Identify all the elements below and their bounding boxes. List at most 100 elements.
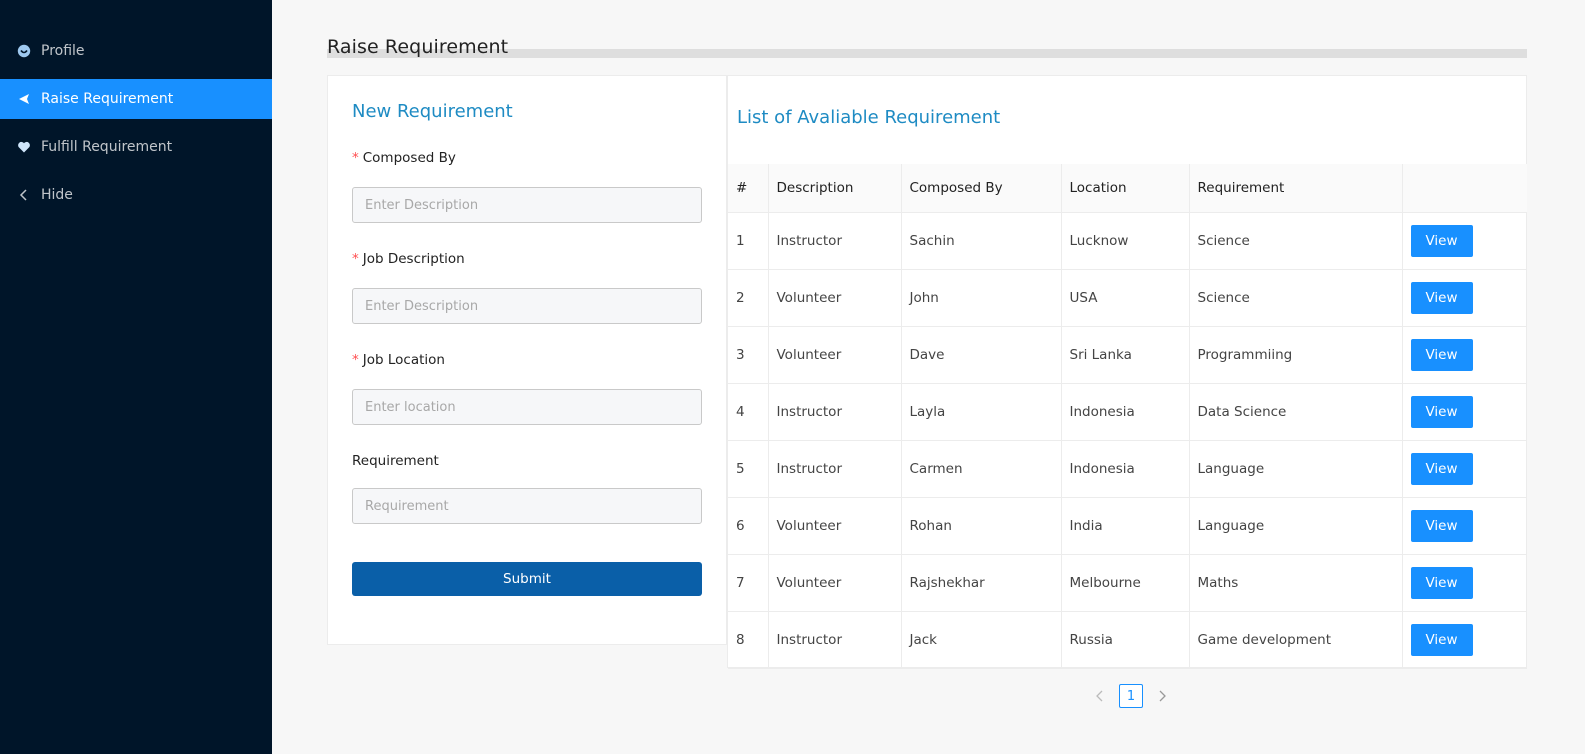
view-button[interactable]: View — [1410, 338, 1473, 371]
view-button[interactable]: View — [1410, 224, 1473, 257]
cell-action: View — [1402, 440, 1527, 498]
sidebar-item-hide[interactable]: Hide — [0, 175, 272, 215]
cell-action: View — [1402, 554, 1527, 612]
view-button[interactable]: View — [1410, 566, 1473, 599]
cell-composed-by: John — [901, 269, 1062, 327]
table-row: 3 Volunteer Dave Sri Lanka Programmiing … — [728, 326, 1527, 384]
required-mark: * — [352, 150, 359, 166]
job-location-label-text: Job Location — [362, 352, 445, 368]
cell-description: Volunteer — [768, 269, 902, 327]
requirements-table-card: List of Avaliable Requirement # Descript… — [727, 75, 1527, 669]
form-title: New Requirement — [352, 101, 513, 122]
cell-composed-by: Rajshekhar — [901, 554, 1062, 612]
required-mark: * — [352, 251, 359, 267]
sidebar-item-profile[interactable]: Profile — [0, 31, 272, 71]
cell-description: Instructor — [768, 383, 902, 441]
cell-action: View — [1402, 611, 1527, 669]
page-title: Raise Requirement — [327, 36, 509, 58]
cell-composed-by: Sachin — [901, 212, 1062, 270]
chevron-left-icon[interactable] — [1093, 684, 1107, 708]
cell-action: View — [1402, 269, 1527, 327]
cell-description: Instructor — [768, 611, 902, 669]
table-row: 6 Volunteer Rohan India Language View — [728, 497, 1527, 555]
cell-requirement: Programmiing — [1189, 326, 1403, 384]
chevron-left-icon — [17, 188, 31, 202]
cell-action: View — [1402, 326, 1527, 384]
column-header-actions — [1402, 164, 1527, 213]
cell-composed-by: Dave — [901, 326, 1062, 384]
composed-by-input[interactable] — [352, 187, 702, 223]
pagination-page[interactable]: 1 — [1119, 684, 1143, 708]
view-button[interactable]: View — [1410, 281, 1473, 314]
column-header-requirement: Requirement — [1189, 164, 1403, 213]
cell-requirement: Game development — [1189, 611, 1403, 669]
heart-icon — [17, 140, 31, 154]
required-mark: * — [352, 352, 359, 368]
column-header-composed-by: Composed By — [901, 164, 1062, 213]
cell-requirement: Language — [1189, 497, 1403, 555]
cell-requirement: Data Science — [1189, 383, 1403, 441]
cell-composed-by: Rohan — [901, 497, 1062, 555]
column-header-location: Location — [1061, 164, 1190, 213]
sidebar-menu: Profile Raise Requirement Fulfill Requir… — [0, 31, 272, 223]
cell-composed-by: Layla — [901, 383, 1062, 441]
table-row: 1 Instructor Sachin Lucknow Science View — [728, 212, 1527, 270]
table-title: List of Avaliable Requirement — [737, 107, 1001, 128]
view-button[interactable]: View — [1410, 509, 1473, 542]
sidebar-item-label: Profile — [41, 43, 85, 59]
cell-description: Instructor — [768, 440, 902, 498]
cell-description: Volunteer — [768, 554, 902, 612]
sidebar-item-raise-requirement[interactable]: Raise Requirement — [0, 79, 272, 119]
job-description-label: * Job Description — [352, 251, 465, 267]
table-row: 7 Volunteer Rajshekhar Melbourne Maths V… — [728, 554, 1527, 612]
requirement-label: Requirement — [352, 453, 439, 469]
cell-number: 3 — [728, 326, 769, 384]
table-row: 8 Instructor Jack Russia Game developmen… — [728, 611, 1527, 669]
job-location-input[interactable] — [352, 389, 702, 425]
cell-location: Melbourne — [1061, 554, 1190, 612]
pagination: 1 — [1093, 684, 1169, 708]
cell-number: 1 — [728, 212, 769, 270]
cell-description: Instructor — [768, 212, 902, 270]
table-body: 1 Instructor Sachin Lucknow Science View… — [728, 212, 1527, 669]
table-row: 4 Instructor Layla Indonesia Data Scienc… — [728, 383, 1527, 441]
cell-description: Volunteer — [768, 326, 902, 384]
scrollbar-track[interactable] — [1569, 0, 1585, 754]
sidebar-item-label: Fulfill Requirement — [41, 139, 173, 155]
submit-button[interactable]: Submit — [352, 562, 702, 596]
chevron-right-icon[interactable] — [1155, 684, 1169, 708]
cell-requirement: Maths — [1189, 554, 1403, 612]
table-row: 2 Volunteer John USA Science View — [728, 269, 1527, 327]
cell-description: Volunteer — [768, 497, 902, 555]
cell-action: View — [1402, 383, 1527, 441]
cell-requirement: Language — [1189, 440, 1403, 498]
table-row: 5 Instructor Carmen Indonesia Language V… — [728, 440, 1527, 498]
send-icon — [17, 92, 31, 106]
cell-location: Russia — [1061, 611, 1190, 669]
job-description-input[interactable] — [352, 288, 702, 324]
cell-requirement: Science — [1189, 212, 1403, 270]
job-description-label-text: Job Description — [362, 251, 465, 267]
sidebar-item-fulfill-requirement[interactable]: Fulfill Requirement — [0, 127, 272, 167]
cell-location: Sri Lanka — [1061, 326, 1190, 384]
cell-number: 5 — [728, 440, 769, 498]
cell-composed-by: Jack — [901, 611, 1062, 669]
sidebar-item-label: Hide — [41, 187, 73, 203]
cell-location: Indonesia — [1061, 440, 1190, 498]
requirements-table: # Description Composed By Location Requi… — [728, 164, 1527, 669]
view-button[interactable]: View — [1410, 452, 1473, 485]
sidebar: Profile Raise Requirement Fulfill Requir… — [0, 0, 272, 754]
cell-number: 7 — [728, 554, 769, 612]
smile-icon — [17, 44, 31, 58]
view-button[interactable]: View — [1410, 395, 1473, 428]
cell-number: 6 — [728, 497, 769, 555]
composed-by-label-text: Composed By — [362, 150, 456, 166]
cell-composed-by: Carmen — [901, 440, 1062, 498]
new-requirement-form: New Requirement *Composed By *Job Descri… — [327, 75, 727, 645]
cell-location: India — [1061, 497, 1190, 555]
view-button[interactable]: View — [1410, 623, 1473, 656]
cell-requirement: Science — [1189, 269, 1403, 327]
cell-number: 2 — [728, 269, 769, 327]
job-location-label: * Job Location — [352, 352, 445, 368]
requirement-input[interactable] — [352, 488, 702, 524]
